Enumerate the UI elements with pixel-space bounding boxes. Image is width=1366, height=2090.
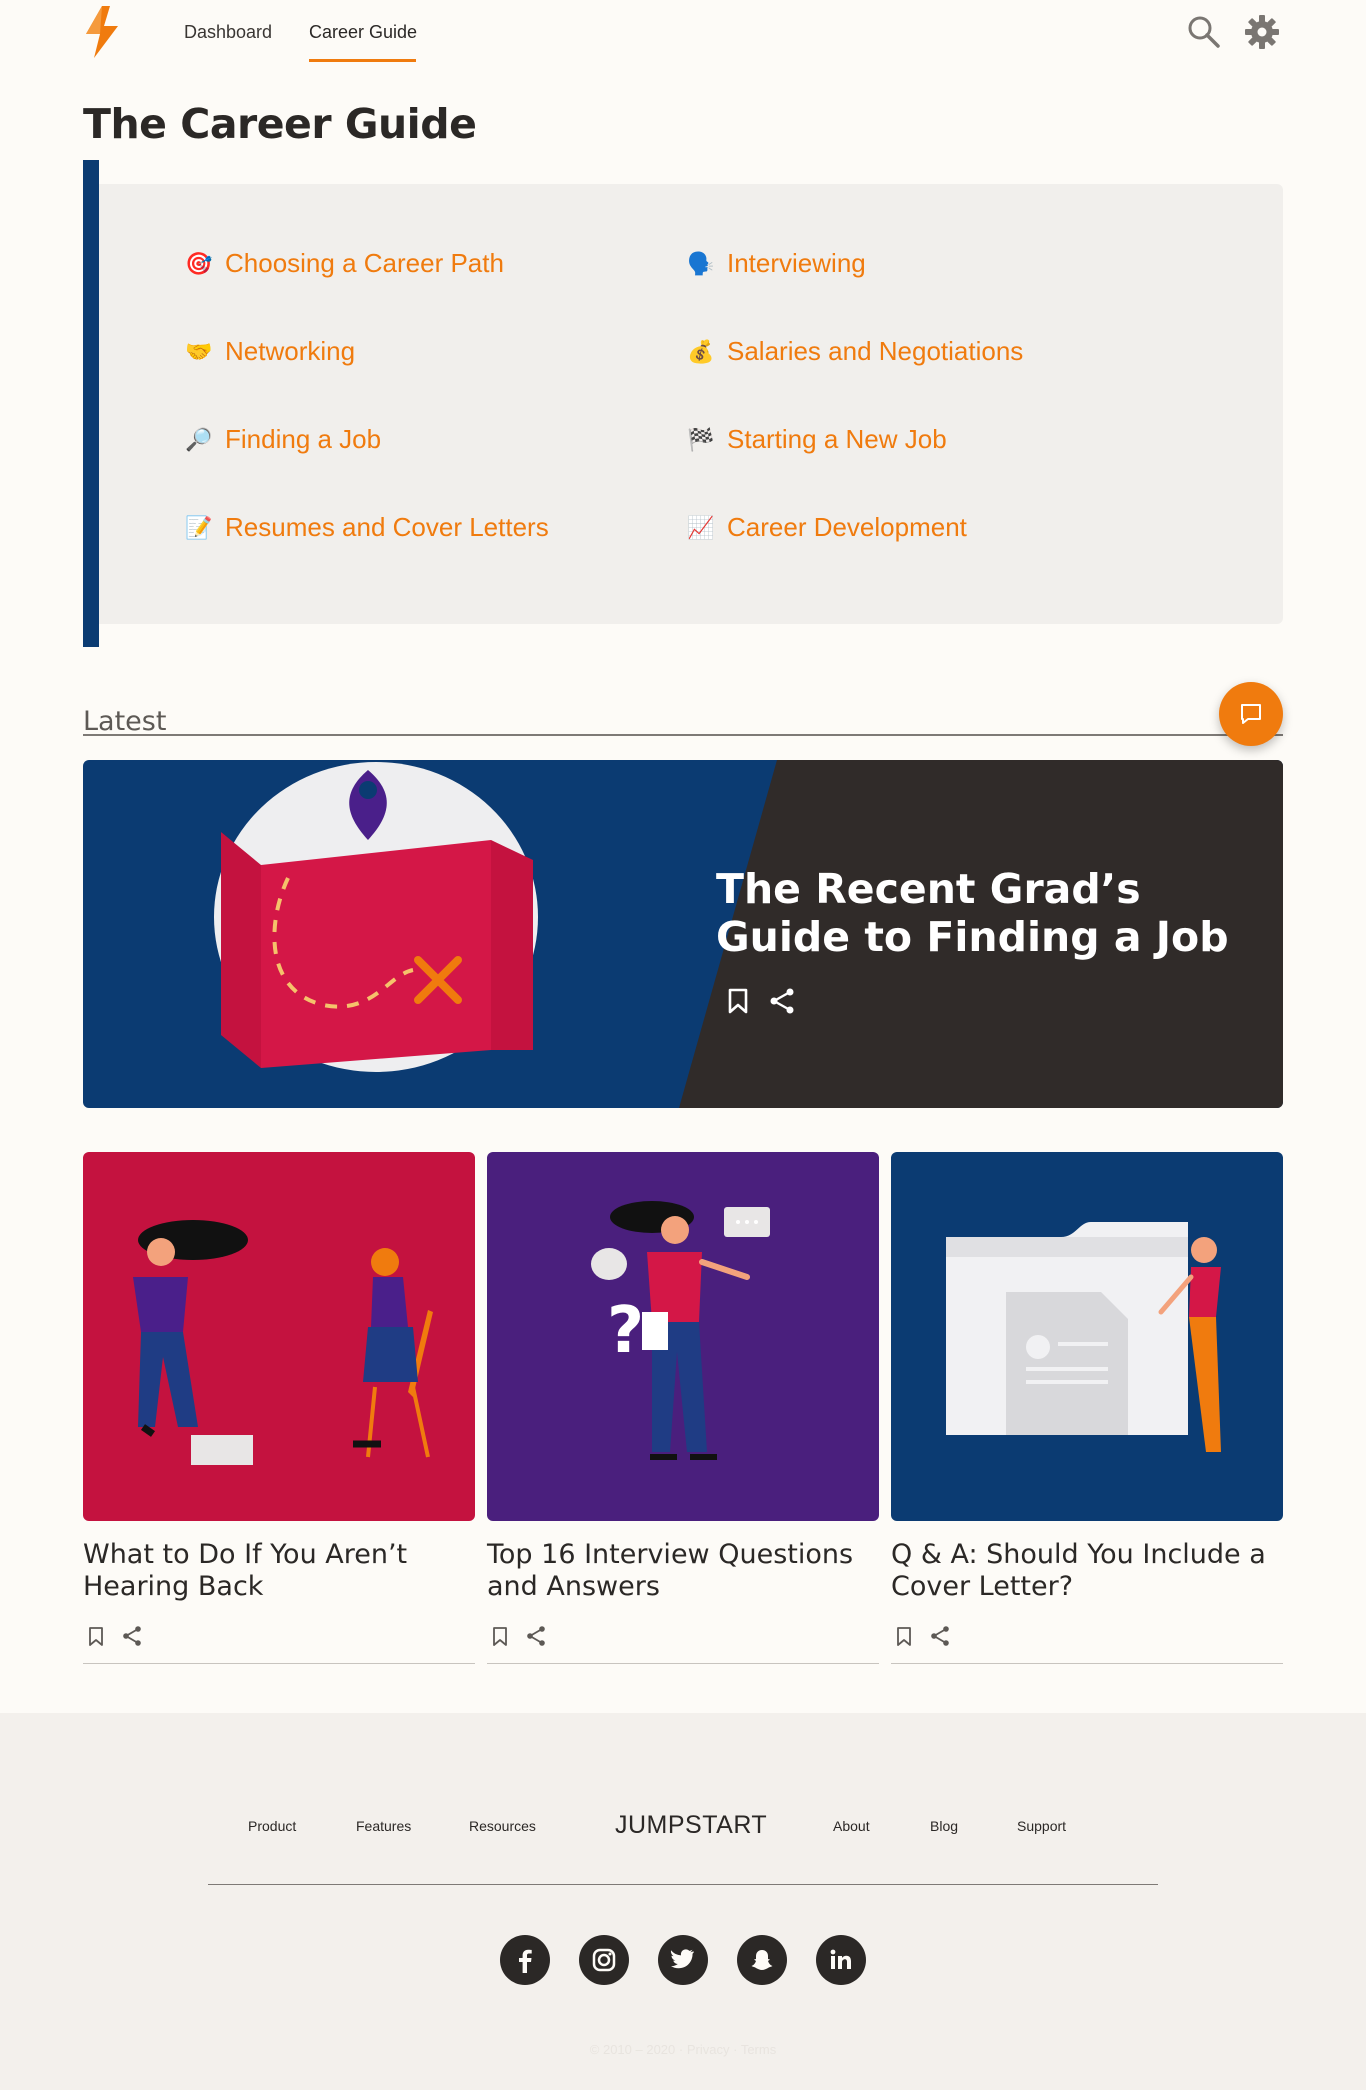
article-card-image[interactable]: ?: [487, 1152, 879, 1521]
page-title: The Career Guide: [83, 100, 477, 148]
handshake-icon: 🤝: [185, 338, 213, 364]
article-card: ? Top 16 Interview Questions and Answers: [487, 1152, 879, 1664]
footer-brand-logo[interactable]: JUMPSTART: [615, 1811, 767, 1840]
footer-link-resources[interactable]: Resources: [469, 1818, 536, 1834]
footer-link-support[interactable]: Support: [1017, 1818, 1066, 1834]
active-tab-indicator: [309, 59, 416, 62]
article-card-title[interactable]: Top 16 Interview Questions and Answers: [487, 1539, 879, 1603]
footer-link-product[interactable]: Product: [248, 1818, 296, 1834]
topic-label: Starting a New Job: [727, 424, 947, 454]
top-navigation: Dashboard Career Guide: [0, 0, 1366, 64]
phone-call-illustration: [83, 1152, 475, 1521]
checkered-flag-icon: 🏁: [687, 426, 715, 452]
separator: ·: [678, 2042, 687, 2057]
topic-label: Choosing a Career Path: [225, 248, 504, 278]
topic-label: Networking: [225, 336, 356, 366]
share-icon[interactable]: [119, 1623, 145, 1649]
topic-interviewing[interactable]: 🗣️ Interviewing: [687, 248, 866, 279]
memo-icon: 📝: [185, 514, 213, 540]
topic-starting-new-job[interactable]: 🏁 Starting a New Job: [687, 424, 947, 455]
copyright-line: © 2010 – 2020 · Privacy · Terms: [0, 2042, 1366, 2057]
bookmark-icon[interactable]: [83, 1623, 109, 1649]
search-icon[interactable]: [1186, 14, 1222, 50]
gear-icon[interactable]: [1244, 14, 1280, 50]
bookmark-icon[interactable]: [891, 1623, 917, 1649]
featured-article-card[interactable]: The Recent Grad’s Guide to Finding a Job: [83, 760, 1283, 1108]
topic-label: Resumes and Cover Letters: [225, 512, 549, 542]
chat-button[interactable]: [1219, 682, 1283, 746]
copyright-text: © 2010 – 2020: [589, 2042, 676, 2057]
chat-bubble-icon: [1241, 704, 1261, 724]
topic-label: Interviewing: [727, 248, 866, 278]
lightning-logo-icon[interactable]: [80, 6, 124, 58]
twitter-icon[interactable]: [658, 1935, 708, 1985]
svg-text:?: ?: [607, 1294, 644, 1368]
topic-networking[interactable]: 🤝 Networking: [185, 336, 355, 367]
snapchat-icon[interactable]: [737, 1935, 787, 1985]
footer-link-blog[interactable]: Blog: [930, 1818, 958, 1834]
facebook-icon[interactable]: [500, 1935, 550, 1985]
article-card-actions: [83, 1623, 475, 1649]
topic-finding-a-job[interactable]: 🔎 Finding a Job: [185, 424, 381, 455]
topic-resumes-cover-letters[interactable]: 📝 Resumes and Cover Letters: [185, 512, 549, 543]
speaking-head-icon: 🗣️: [687, 250, 715, 276]
career-topics-panel: 🎯 Choosing a Career Path 🗣️ Interviewing…: [99, 184, 1283, 624]
terms-link[interactable]: Terms: [741, 2042, 776, 2057]
instagram-icon[interactable]: [579, 1935, 629, 1985]
footer-link-features[interactable]: Features: [356, 1818, 411, 1834]
cover-letter-illustration: [891, 1152, 1283, 1521]
interview-questions-illustration: ?: [487, 1152, 879, 1521]
privacy-link[interactable]: Privacy: [687, 2042, 730, 2057]
article-card-image[interactable]: [83, 1152, 475, 1521]
divider: [891, 1663, 1283, 1664]
topic-panel-accent-bar: [83, 160, 99, 647]
article-card-actions: [891, 1623, 1283, 1649]
share-icon[interactable]: [767, 986, 797, 1016]
chart-increasing-icon: 📈: [687, 514, 715, 540]
featured-article-actions: [723, 986, 797, 1016]
article-card: Q & A: Should You Include a Cover Letter…: [891, 1152, 1283, 1664]
topic-label: Career Development: [727, 512, 967, 542]
topic-label: Finding a Job: [225, 424, 382, 454]
magnifying-glass-icon: 🔎: [185, 426, 213, 452]
target-icon: 🎯: [185, 250, 213, 276]
article-card-image[interactable]: [891, 1152, 1283, 1521]
topic-label: Salaries and Negotiations: [727, 336, 1024, 366]
divider: [83, 1663, 475, 1664]
linkedin-icon[interactable]: [816, 1935, 866, 1985]
article-card-title[interactable]: What to Do If You Aren’t Hearing Back: [83, 1539, 475, 1603]
featured-article-title[interactable]: The Recent Grad’s Guide to Finding a Job: [716, 865, 1236, 961]
share-icon[interactable]: [927, 1623, 953, 1649]
nav-dashboard[interactable]: Dashboard: [184, 22, 272, 43]
divider: [83, 734, 1283, 736]
separator: ·: [733, 2042, 741, 2057]
footer-link-about[interactable]: About: [833, 1818, 870, 1834]
topic-career-development[interactable]: 📈 Career Development: [687, 512, 967, 543]
latest-section-heading: Latest: [83, 706, 167, 737]
topic-choosing-career-path[interactable]: 🎯 Choosing a Career Path: [185, 248, 504, 279]
article-card-title[interactable]: Q & A: Should You Include a Cover Letter…: [891, 1539, 1283, 1603]
nav-career-guide[interactable]: Career Guide: [309, 22, 417, 43]
divider: [208, 1884, 1158, 1885]
money-bag-icon: 💰: [687, 338, 715, 364]
bookmark-icon[interactable]: [487, 1623, 513, 1649]
article-card: What to Do If You Aren’t Hearing Back: [83, 1152, 475, 1664]
footer: Product Features Resources JUMPSTART Abo…: [0, 1713, 1366, 2090]
share-icon[interactable]: [523, 1623, 549, 1649]
article-card-actions: [487, 1623, 879, 1649]
divider: [487, 1663, 879, 1664]
bookmark-icon[interactable]: [723, 986, 753, 1016]
topic-salaries-negotiations[interactable]: 💰 Salaries and Negotiations: [687, 336, 1023, 367]
